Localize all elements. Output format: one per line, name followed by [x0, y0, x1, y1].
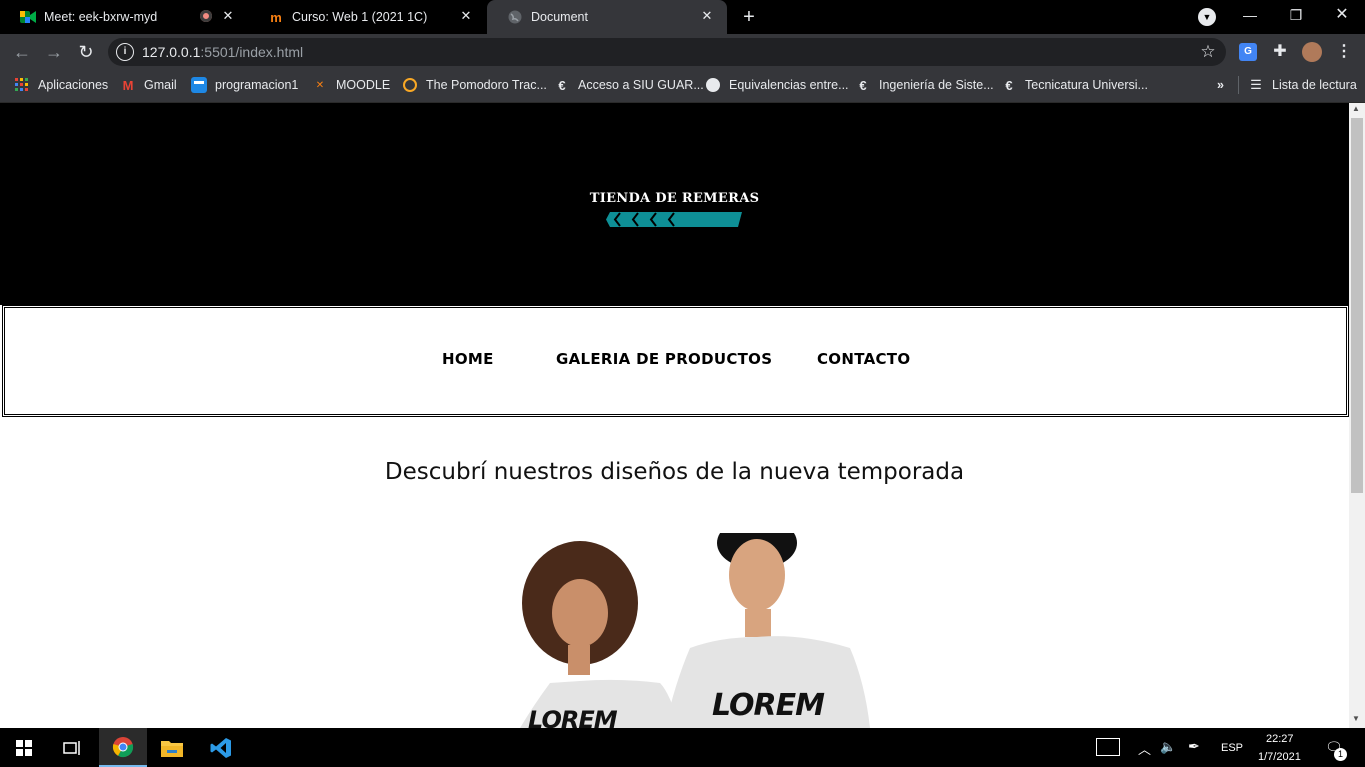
bookmark-label: programacion1	[215, 78, 299, 92]
bookmark-aplicaciones[interactable]: Aplicaciones	[14, 75, 108, 95]
notification-count-badge: 1	[1334, 748, 1347, 761]
recording-indicator-icon	[200, 10, 212, 22]
bookmarks-divider	[1238, 76, 1239, 94]
pen-ink-icon[interactable]: ✒	[1188, 738, 1200, 755]
close-icon[interactable]: ✕	[699, 8, 715, 24]
close-icon[interactable]: ✕	[458, 8, 474, 24]
moodle-icon: ✕	[315, 79, 325, 91]
unicen-e-icon: €	[859, 77, 867, 93]
extensions-puzzle-icon[interactable]: ✚	[1270, 42, 1290, 62]
reload-button[interactable]: ↻	[74, 40, 98, 64]
globe-icon	[705, 77, 721, 93]
tab-document[interactable]: Document ✕	[487, 0, 727, 34]
reading-list-icon: ☰	[1250, 77, 1262, 92]
bookmark-label: Equivalencias entre...	[729, 78, 849, 92]
scrollbar-thumb[interactable]	[1351, 118, 1363, 493]
gmail-icon: M	[122, 77, 134, 93]
bookmark-moodle[interactable]: ✕ MOODLE	[312, 75, 390, 95]
unicen-e-icon: €	[1005, 77, 1013, 93]
tab-title: Curso: Web 1 (2021 1C)	[292, 10, 428, 24]
menu-kebab-icon[interactable]: ⋮	[1334, 42, 1354, 62]
tab-title: Meet: eek-bxrw-myd	[44, 10, 158, 24]
task-view-icon[interactable]	[48, 728, 96, 767]
scroll-up-arrow-icon[interactable]: ▲	[1352, 104, 1360, 113]
url-host: 127.0.0.1	[142, 44, 201, 60]
forward-button[interactable]: →	[42, 40, 66, 64]
profile-avatar[interactable]	[1302, 42, 1322, 62]
news-widget-icon[interactable]	[1096, 738, 1120, 756]
nav-home[interactable]: HOME	[442, 350, 494, 368]
bookmark-label: Ingeniería de Siste...	[879, 78, 994, 92]
logo-text: TIENDA DE REMERAS	[589, 191, 760, 206]
bookmark-pomodoro[interactable]: The Pomodoro Trac...	[402, 75, 547, 95]
reading-list-button[interactable]: ☰ Lista de lectura	[1248, 75, 1357, 95]
bookmark-gmail[interactable]: M Gmail	[120, 75, 177, 95]
close-icon[interactable]: ✕	[220, 8, 236, 24]
clock-time[interactable]: 22:27	[1266, 733, 1294, 745]
minimize-button[interactable]: —	[1227, 0, 1273, 30]
shirt-print-right: LOREM	[712, 688, 825, 723]
tray-overflow-chevron-icon[interactable]: ︿	[1138, 739, 1151, 758]
bookmark-label: Gmail	[144, 78, 177, 92]
tab-curso[interactable]: m Curso: Web 1 (2021 1C) ✕	[248, 0, 486, 34]
bookmark-label: Aplicaciones	[38, 78, 109, 92]
volume-icon[interactable]: 🔈	[1160, 739, 1176, 755]
tab-title: Document	[531, 10, 588, 24]
bookmark-label: Acceso a SIU GUAR...	[578, 78, 704, 92]
page-viewport: TIENDA DE REMERAS HOME GALERIA DE PRODUC…	[0, 103, 1349, 728]
file-explorer-icon[interactable]	[148, 728, 196, 767]
tab-meet[interactable]: Meet: eek-bxrw-myd ✕	[0, 0, 248, 34]
maximize-button[interactable]: ❐	[1273, 0, 1319, 30]
scroll-down-arrow-icon[interactable]: ▼	[1352, 714, 1360, 723]
trello-icon	[191, 77, 207, 93]
bookmark-equivalencias[interactable]: Equivalencias entre...	[705, 75, 849, 95]
reading-list-label: Lista de lectura	[1272, 78, 1357, 92]
bookmark-star-icon[interactable]: ☆	[1198, 42, 1218, 62]
url-text[interactable]: 127.0.0.1:5501/index.html	[142, 44, 303, 60]
bookmark-label: Tecnicatura Universi...	[1025, 78, 1148, 92]
nav-contacto[interactable]: CONTACTO	[817, 350, 910, 368]
shirt-print-left: LOREM	[528, 706, 618, 728]
input-language[interactable]: ESP	[1221, 742, 1243, 754]
apps-grid-icon	[14, 77, 30, 93]
bookmark-label: MOODLE	[336, 78, 391, 92]
bookmark-ingenieria[interactable]: € Ingeniería de Siste...	[855, 75, 994, 95]
site-info-icon[interactable]: i	[116, 43, 134, 61]
bookmark-label: The Pomodoro Trac...	[426, 78, 547, 92]
google-translate-icon[interactable]: G	[1239, 43, 1257, 61]
logo-arrows-icon	[606, 212, 742, 232]
new-tab-button[interactable]: +	[738, 6, 760, 28]
back-button[interactable]: ←	[10, 40, 34, 64]
url-path: :5501/index.html	[200, 44, 304, 60]
nav-galeria-productos[interactable]: GALERIA DE PRODUCTOS	[556, 350, 772, 368]
tab-search-icon[interactable]: ▼	[1198, 8, 1216, 26]
bookmark-siu-guarani[interactable]: € Acceso a SIU GUAR...	[554, 75, 704, 95]
globe-icon	[507, 9, 523, 25]
unicen-e-icon: €	[558, 77, 566, 93]
windows-start-icon[interactable]	[0, 728, 48, 767]
moodle-icon: m	[270, 9, 282, 25]
bookmarks-overflow-icon[interactable]: »	[1217, 75, 1224, 95]
chrome-taskbar-icon[interactable]	[99, 728, 147, 767]
clock-date[interactable]: 1/7/2021	[1258, 751, 1301, 763]
page-headline: Descubrí nuestros diseños de la nueva te…	[384, 459, 965, 485]
bookmark-programacion1[interactable]: programacion1	[191, 75, 298, 95]
google-meet-icon	[20, 9, 36, 25]
bookmark-tecnicatura[interactable]: € Tecnicatura Universi...	[1001, 75, 1148, 95]
pomodoro-icon	[402, 77, 418, 93]
vscode-icon[interactable]	[197, 728, 245, 767]
window-close-button[interactable]: ✕	[1319, 0, 1365, 30]
